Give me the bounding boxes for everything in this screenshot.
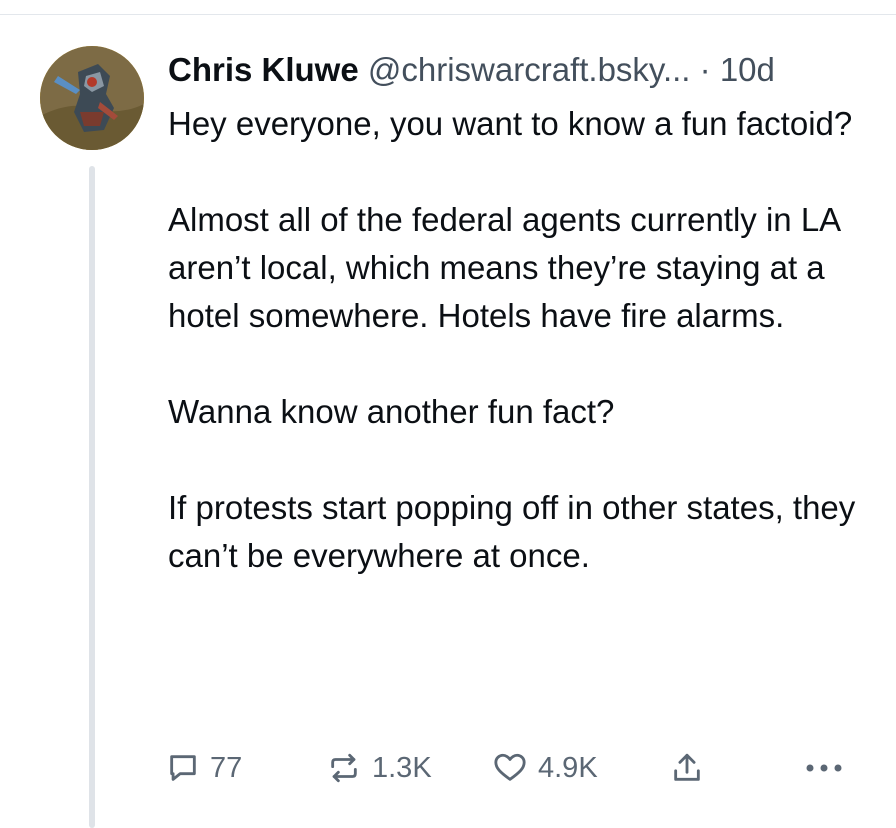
- reply-button[interactable]: 77: [166, 744, 242, 792]
- post-timestamp[interactable]: 10d: [720, 51, 775, 88]
- post-text: Hey everyone, you want to know a fun fac…: [168, 105, 856, 574]
- author-handle[interactable]: @chriswarcraft.bsky...: [368, 51, 691, 88]
- avatar[interactable]: [40, 46, 144, 150]
- more-button[interactable]: [804, 744, 844, 792]
- header-separator: ·: [699, 51, 711, 88]
- reply-count: 77: [210, 751, 243, 784]
- share-button[interactable]: [670, 744, 704, 792]
- repost-button[interactable]: 1.3K: [326, 744, 432, 792]
- post-actions: 77 1.3K 4.9K: [166, 744, 866, 792]
- share-icon: [670, 750, 704, 786]
- repost-icon: [326, 751, 362, 785]
- author-display-name[interactable]: Chris Kluwe: [168, 51, 359, 88]
- thread-line: [89, 166, 95, 828]
- like-button[interactable]: 4.9K: [492, 744, 598, 792]
- like-count: 4.9K: [538, 751, 598, 784]
- top-divider: [0, 14, 896, 15]
- reply-icon: [166, 751, 200, 785]
- repost-count: 1.3K: [372, 751, 432, 784]
- avatar-image: [40, 46, 144, 150]
- more-icon: [804, 762, 844, 774]
- heart-icon: [492, 751, 528, 785]
- post-header: Chris Kluwe @chriswarcraft.bsky... · 10d: [168, 48, 878, 92]
